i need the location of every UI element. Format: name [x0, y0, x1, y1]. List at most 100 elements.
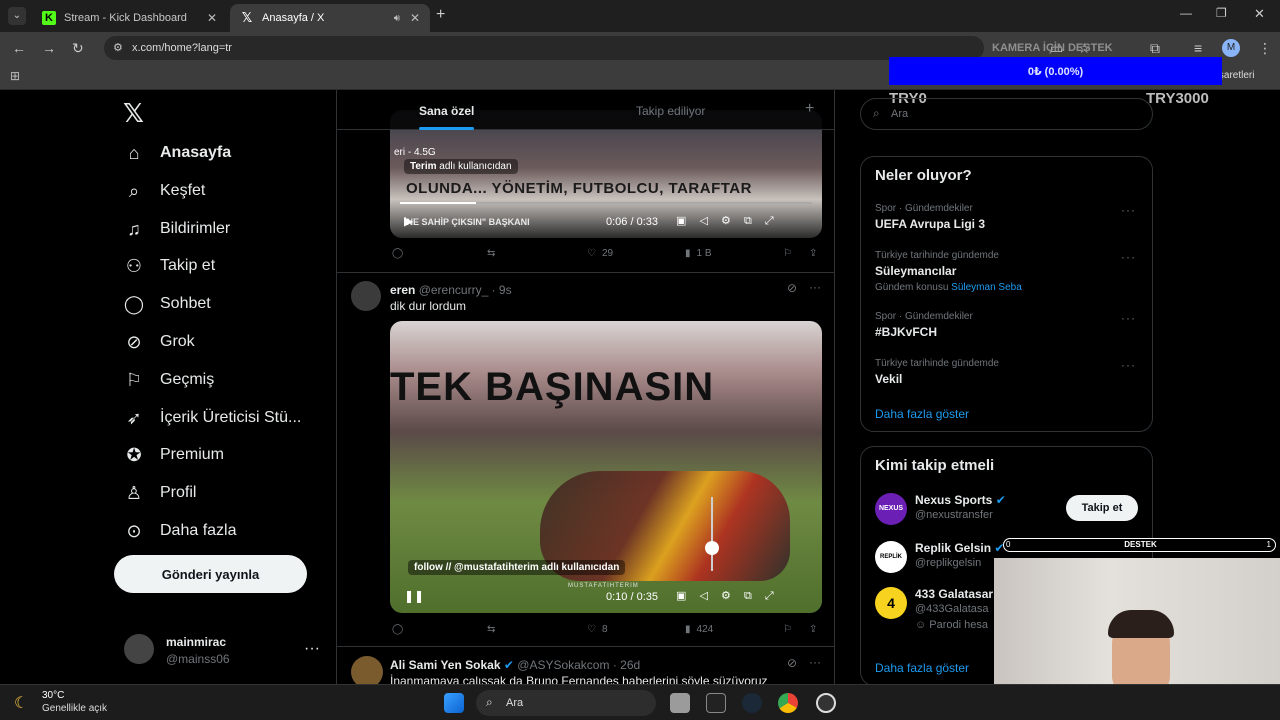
search-input[interactable]: ⌕ Ara [860, 98, 1153, 130]
share-button[interactable]: ⇪ [809, 248, 817, 259]
author-name[interactable]: Ali Sami Yen Sokak [390, 658, 501, 672]
play-icon[interactable]: ▶ [404, 214, 413, 228]
repost-button[interactable]: ⇆ [487, 624, 495, 635]
donation-goal-bar: 0₺ (0.00%) [889, 57, 1222, 85]
add-tab-icon[interactable]: + [805, 100, 814, 118]
tab-following[interactable]: Takip ediliyor [636, 104, 705, 118]
weather-widget[interactable]: ☾ 30°C Genellikle açık [14, 689, 134, 717]
extension-icon[interactable]: ⧉ [1150, 40, 1160, 57]
grok-icon[interactable]: ⊘ [787, 281, 797, 295]
pip-icon[interactable]: ⧉ [744, 215, 752, 227]
trend-topic-link[interactable]: Süleyman Seba [951, 282, 1022, 293]
nav-chat[interactable]: ◯ Sohbet [122, 290, 211, 318]
site-info-icon[interactable]: ⚙ [113, 41, 123, 54]
settings-icon[interactable]: ⚙ [721, 215, 731, 227]
media-control-icon[interactable]: ≡ [1194, 40, 1202, 56]
author-name[interactable]: eren [390, 283, 415, 297]
x-logo-icon[interactable]: 𝕏 [123, 98, 144, 129]
trend-item[interactable]: Türkiye tarihinde gündemde Süleymancılar… [875, 250, 1140, 293]
speaker-icon[interactable]: 🔊︎ [394, 13, 400, 24]
volume-knob[interactable] [705, 541, 719, 555]
pause-icon[interactable]: ❚❚ [404, 589, 424, 603]
steam-icon[interactable] [742, 693, 762, 713]
author-handle[interactable]: @erencurry_ [419, 283, 489, 297]
tab-x-home[interactable]: 𝕏 Anasayfa / X 🔊︎ ✕ [230, 4, 430, 32]
obs-icon[interactable] [816, 693, 836, 713]
reply-button[interactable]: ◯ [392, 624, 403, 635]
post-button[interactable]: Gönderi yayınla [114, 555, 307, 593]
trend-item[interactable]: Türkiye tarihinde gündemde Vekil [875, 358, 1140, 386]
forward-icon[interactable]: → [42, 40, 56, 56]
grok-icon[interactable]: ⊘ [787, 656, 797, 670]
nav-grok[interactable]: ⊘ Grok [122, 328, 194, 356]
avatar[interactable] [351, 281, 381, 311]
nav-more[interactable]: ⊙ Daha fazla [122, 517, 236, 545]
show-more-link[interactable]: Daha fazla göster [875, 407, 969, 421]
bell-icon: ♫ [127, 218, 141, 239]
tab-list-dropdown-icon[interactable]: ⌄ [8, 7, 26, 25]
file-explorer-icon[interactable] [670, 693, 690, 713]
trend-item[interactable]: Spor · Gündemdekiler UEFA Avrupa Ligi 3 [875, 203, 1140, 231]
nav-profile[interactable]: ♙ Profil [122, 479, 197, 507]
profile-avatar[interactable]: M [1222, 39, 1240, 57]
maximize-button[interactable]: ❐ [1216, 6, 1227, 20]
tab-kick-dashboard[interactable]: K Stream - Kick Dashboard ✕ [32, 4, 227, 32]
url-field[interactable]: ⚙ x.com/home?lang=tr [104, 36, 984, 60]
follow-button[interactable]: Takip et [1066, 495, 1138, 521]
like-button[interactable]: ♡ 8 [587, 624, 608, 635]
nav-explore[interactable]: ⌕ Keşfet [122, 177, 205, 205]
volume-icon[interactable]: ◁ [699, 590, 707, 602]
trend-more-icon[interactable]: ··· [1121, 311, 1136, 325]
trend-more-icon[interactable]: ··· [1121, 358, 1136, 372]
account-switcher[interactable]: mainmirac @mainss06 ··· [120, 632, 320, 672]
minimize-button[interactable]: — [1180, 6, 1192, 20]
author-handle[interactable]: @ASYSokakcom [517, 658, 609, 672]
tab-for-you[interactable]: Sana özel [419, 104, 474, 118]
captions-icon[interactable]: ▣ [676, 215, 686, 227]
taskbar-search[interactable]: ⌕ Ara [476, 690, 656, 716]
fullscreen-icon[interactable]: ⤢ [765, 215, 774, 227]
post-more-icon[interactable]: ··· [809, 280, 821, 294]
nav-home[interactable]: ⌂ Anasayfa [122, 139, 232, 167]
nav-follow[interactable]: ⚇ Takip et [122, 252, 215, 280]
new-tab-button[interactable]: + [436, 6, 445, 24]
close-tab-icon[interactable]: ✕ [410, 11, 420, 25]
windows-start-icon[interactable] [444, 693, 464, 713]
account-handle: @nexustransfer [915, 509, 993, 521]
back-icon[interactable]: ← [12, 40, 26, 56]
volume-slider[interactable] [711, 497, 713, 571]
bookmark-button[interactable]: ⚐ [783, 624, 792, 635]
trend-more-icon[interactable]: ··· [1121, 250, 1136, 264]
volume-icon[interactable]: ◁ [699, 215, 707, 227]
trend-more-icon[interactable]: ··· [1121, 203, 1136, 217]
menu-icon[interactable]: ⋮ [1258, 40, 1272, 57]
repost-button[interactable]: ⇆ [487, 248, 495, 259]
settings-icon[interactable]: ⚙ [721, 590, 731, 602]
nav-creator-studio[interactable]: ➶ İçerik Üreticisi Stü... [122, 404, 301, 432]
views-button[interactable]: ▮ 1 B [685, 248, 712, 259]
trend-item[interactable]: Spor · Gündemdekiler #BJKvFCH [875, 311, 1140, 339]
reload-icon[interactable]: ↻ [72, 40, 84, 57]
video-player[interactable]: TEK BAŞINASIN follow // @mustafatihterim… [390, 321, 822, 613]
more-icon[interactable]: ··· [304, 640, 320, 658]
post-more-icon[interactable]: ··· [809, 655, 821, 669]
reply-button[interactable]: ◯ [392, 248, 403, 259]
like-button[interactable]: ♡ 29 [587, 248, 613, 259]
captions-icon[interactable]: ▣ [676, 590, 686, 602]
epic-games-icon[interactable] [706, 693, 726, 713]
nav-premium[interactable]: ✪ Premium [122, 441, 224, 469]
nav-label: Profil [160, 484, 197, 501]
fullscreen-icon[interactable]: ⤢ [765, 590, 774, 602]
pip-icon[interactable]: ⧉ [744, 590, 752, 602]
close-window-button[interactable]: ✕ [1254, 6, 1265, 22]
views-button[interactable]: ▮ 424 [685, 624, 713, 635]
close-tab-icon[interactable]: ✕ [207, 11, 217, 25]
share-button[interactable]: ⇪ [809, 624, 817, 635]
nav-bookmarks[interactable]: ⚐ Geçmiş [122, 366, 214, 394]
show-more-link[interactable]: Daha fazla göster [875, 661, 969, 675]
apps-grid-icon[interactable]: ⊞ [10, 69, 20, 83]
nav-notifications[interactable]: ♫ Bildirimler [122, 215, 230, 243]
avatar[interactable] [351, 656, 383, 684]
chrome-icon[interactable] [778, 693, 798, 713]
bookmark-button[interactable]: ⚐ [783, 248, 792, 259]
